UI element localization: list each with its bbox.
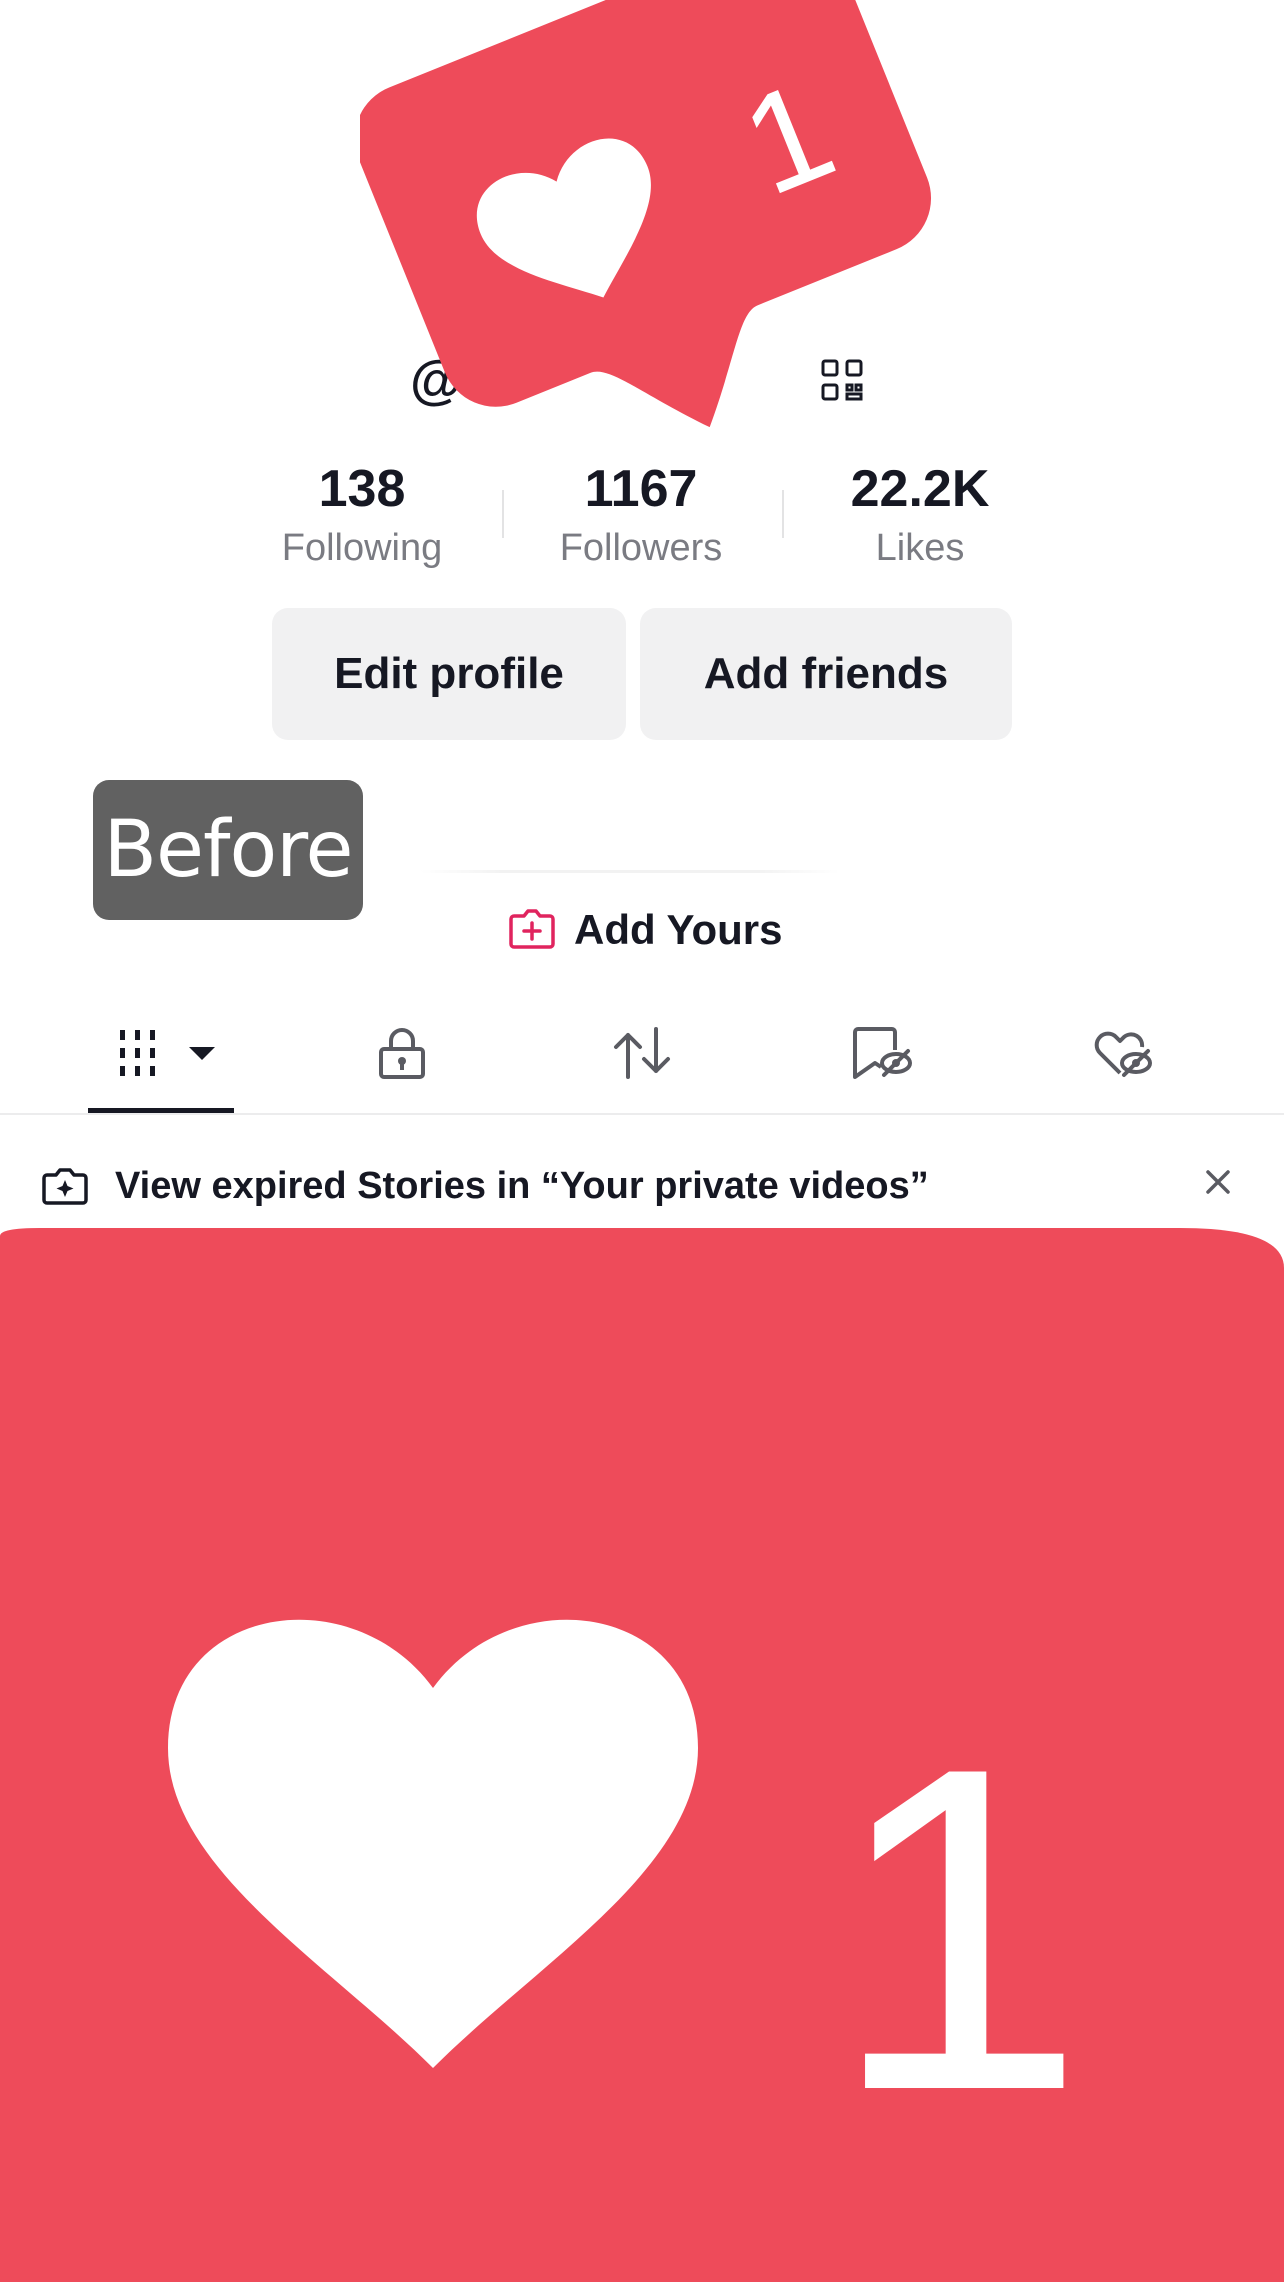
- like-notification-bubble-small: 1: [354, 0, 960, 470]
- tab-reposts[interactable]: [577, 1010, 707, 1100]
- tabs-divider: [0, 1113, 1284, 1115]
- bio-placeholder: [420, 870, 840, 873]
- followers-label: Followers: [559, 527, 723, 569]
- likes-label: Likes: [875, 527, 965, 569]
- tab-favorites[interactable]: [817, 1010, 947, 1100]
- add-friends-button[interactable]: Add friends: [640, 608, 1012, 740]
- stat-likes[interactable]: 22.2K Likes: [790, 455, 1050, 573]
- chevron-down-icon[interactable]: [189, 1045, 215, 1066]
- expired-stories-banner[interactable]: View expired Stories in “Your private vi…: [0, 1140, 1284, 1232]
- stat-divider: [782, 490, 784, 538]
- stat-followers[interactable]: 1167 Followers: [511, 455, 771, 573]
- tab-private[interactable]: [337, 1010, 467, 1100]
- grid-icon: [115, 1028, 165, 1083]
- add-yours-label: Add Yours: [574, 906, 783, 953]
- camera-sparkle-icon: [42, 1166, 88, 1211]
- stat-divider: [502, 490, 504, 538]
- liked-hidden-icon: [1090, 1025, 1154, 1086]
- repost-icon: [610, 1025, 674, 1086]
- stat-following[interactable]: 138 Following: [232, 455, 492, 573]
- before-badge: Before: [93, 780, 363, 920]
- like-notification-bubble-large: 1: [0, 1228, 1284, 2282]
- add-yours-icon: [508, 906, 556, 955]
- banner-text: View expired Stories in “Your private vi…: [115, 1164, 929, 1207]
- lock-icon: [376, 1025, 428, 1086]
- add-yours-button[interactable]: Add Yours: [508, 900, 782, 960]
- tab-liked[interactable]: [1057, 1010, 1187, 1100]
- edit-profile-button[interactable]: Edit profile: [272, 608, 626, 740]
- favorites-hidden-icon: [850, 1025, 914, 1086]
- like-count-large: 1: [830, 1673, 1086, 2186]
- tab-videos[interactable]: [95, 1010, 235, 1100]
- close-icon[interactable]: [1200, 1164, 1236, 1200]
- following-label: Following: [281, 527, 443, 569]
